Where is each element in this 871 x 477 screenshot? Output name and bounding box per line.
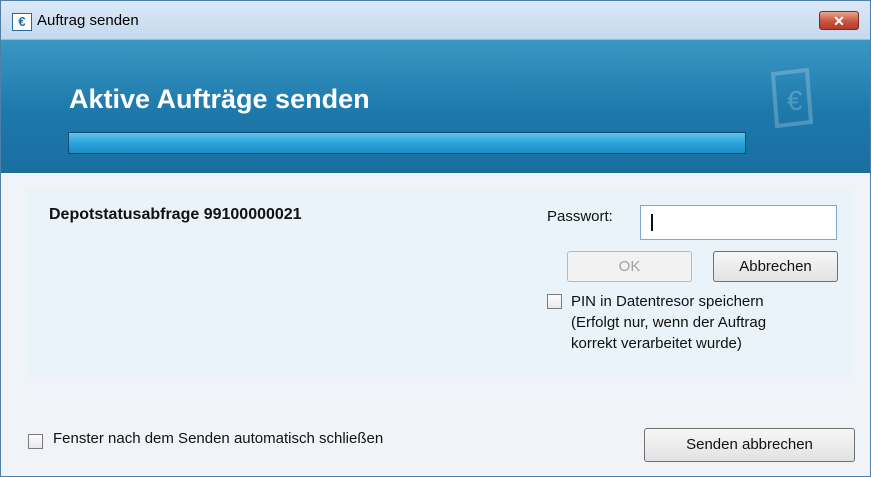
euro-app-icon: € [12, 13, 32, 31]
banner: Aktive Aufträge senden € [1, 40, 870, 173]
euro-document-icon: € [770, 68, 814, 128]
task-panel: Depotstatusabfrage 99100000021 Passwort:… [26, 189, 853, 377]
pin-save-line-2: (Erfolgt nur, wenn der Auftrag [571, 314, 767, 331]
pin-save-checkbox[interactable] [547, 294, 562, 309]
svg-text:€: € [787, 85, 803, 116]
progress-bar [68, 132, 746, 154]
title-bar[interactable]: € Auftrag senden ✕ [1, 1, 870, 40]
password-label: Passwort: [547, 208, 613, 225]
banner-heading: Aktive Aufträge senden [69, 84, 370, 114]
auto-close-checkbox[interactable] [28, 434, 43, 449]
task-label: Depotstatusabfrage 99100000021 [49, 206, 302, 223]
pin-save-line-3: korrekt verarbeitet wurde) [571, 335, 742, 352]
dialog-window: € Auftrag senden ✕ Aktive Aufträge sende… [0, 0, 871, 477]
password-input[interactable] [640, 205, 837, 240]
progress-fill [69, 133, 745, 153]
pin-save-line-1: PIN in Datentresor speichern [571, 293, 764, 310]
cancel-button[interactable]: Abbrechen [713, 251, 838, 282]
close-button[interactable]: ✕ [819, 11, 859, 30]
cancel-send-button[interactable]: Senden abbrechen [644, 428, 855, 462]
text-caret [651, 214, 653, 231]
auto-close-label: Fenster nach dem Senden automatisch schl… [53, 430, 384, 447]
pin-save-label: PIN in Datentresor speichern (Erfolgt nu… [571, 291, 766, 354]
ok-button[interactable]: OK [567, 251, 692, 282]
window-title: Auftrag senden [37, 12, 139, 29]
